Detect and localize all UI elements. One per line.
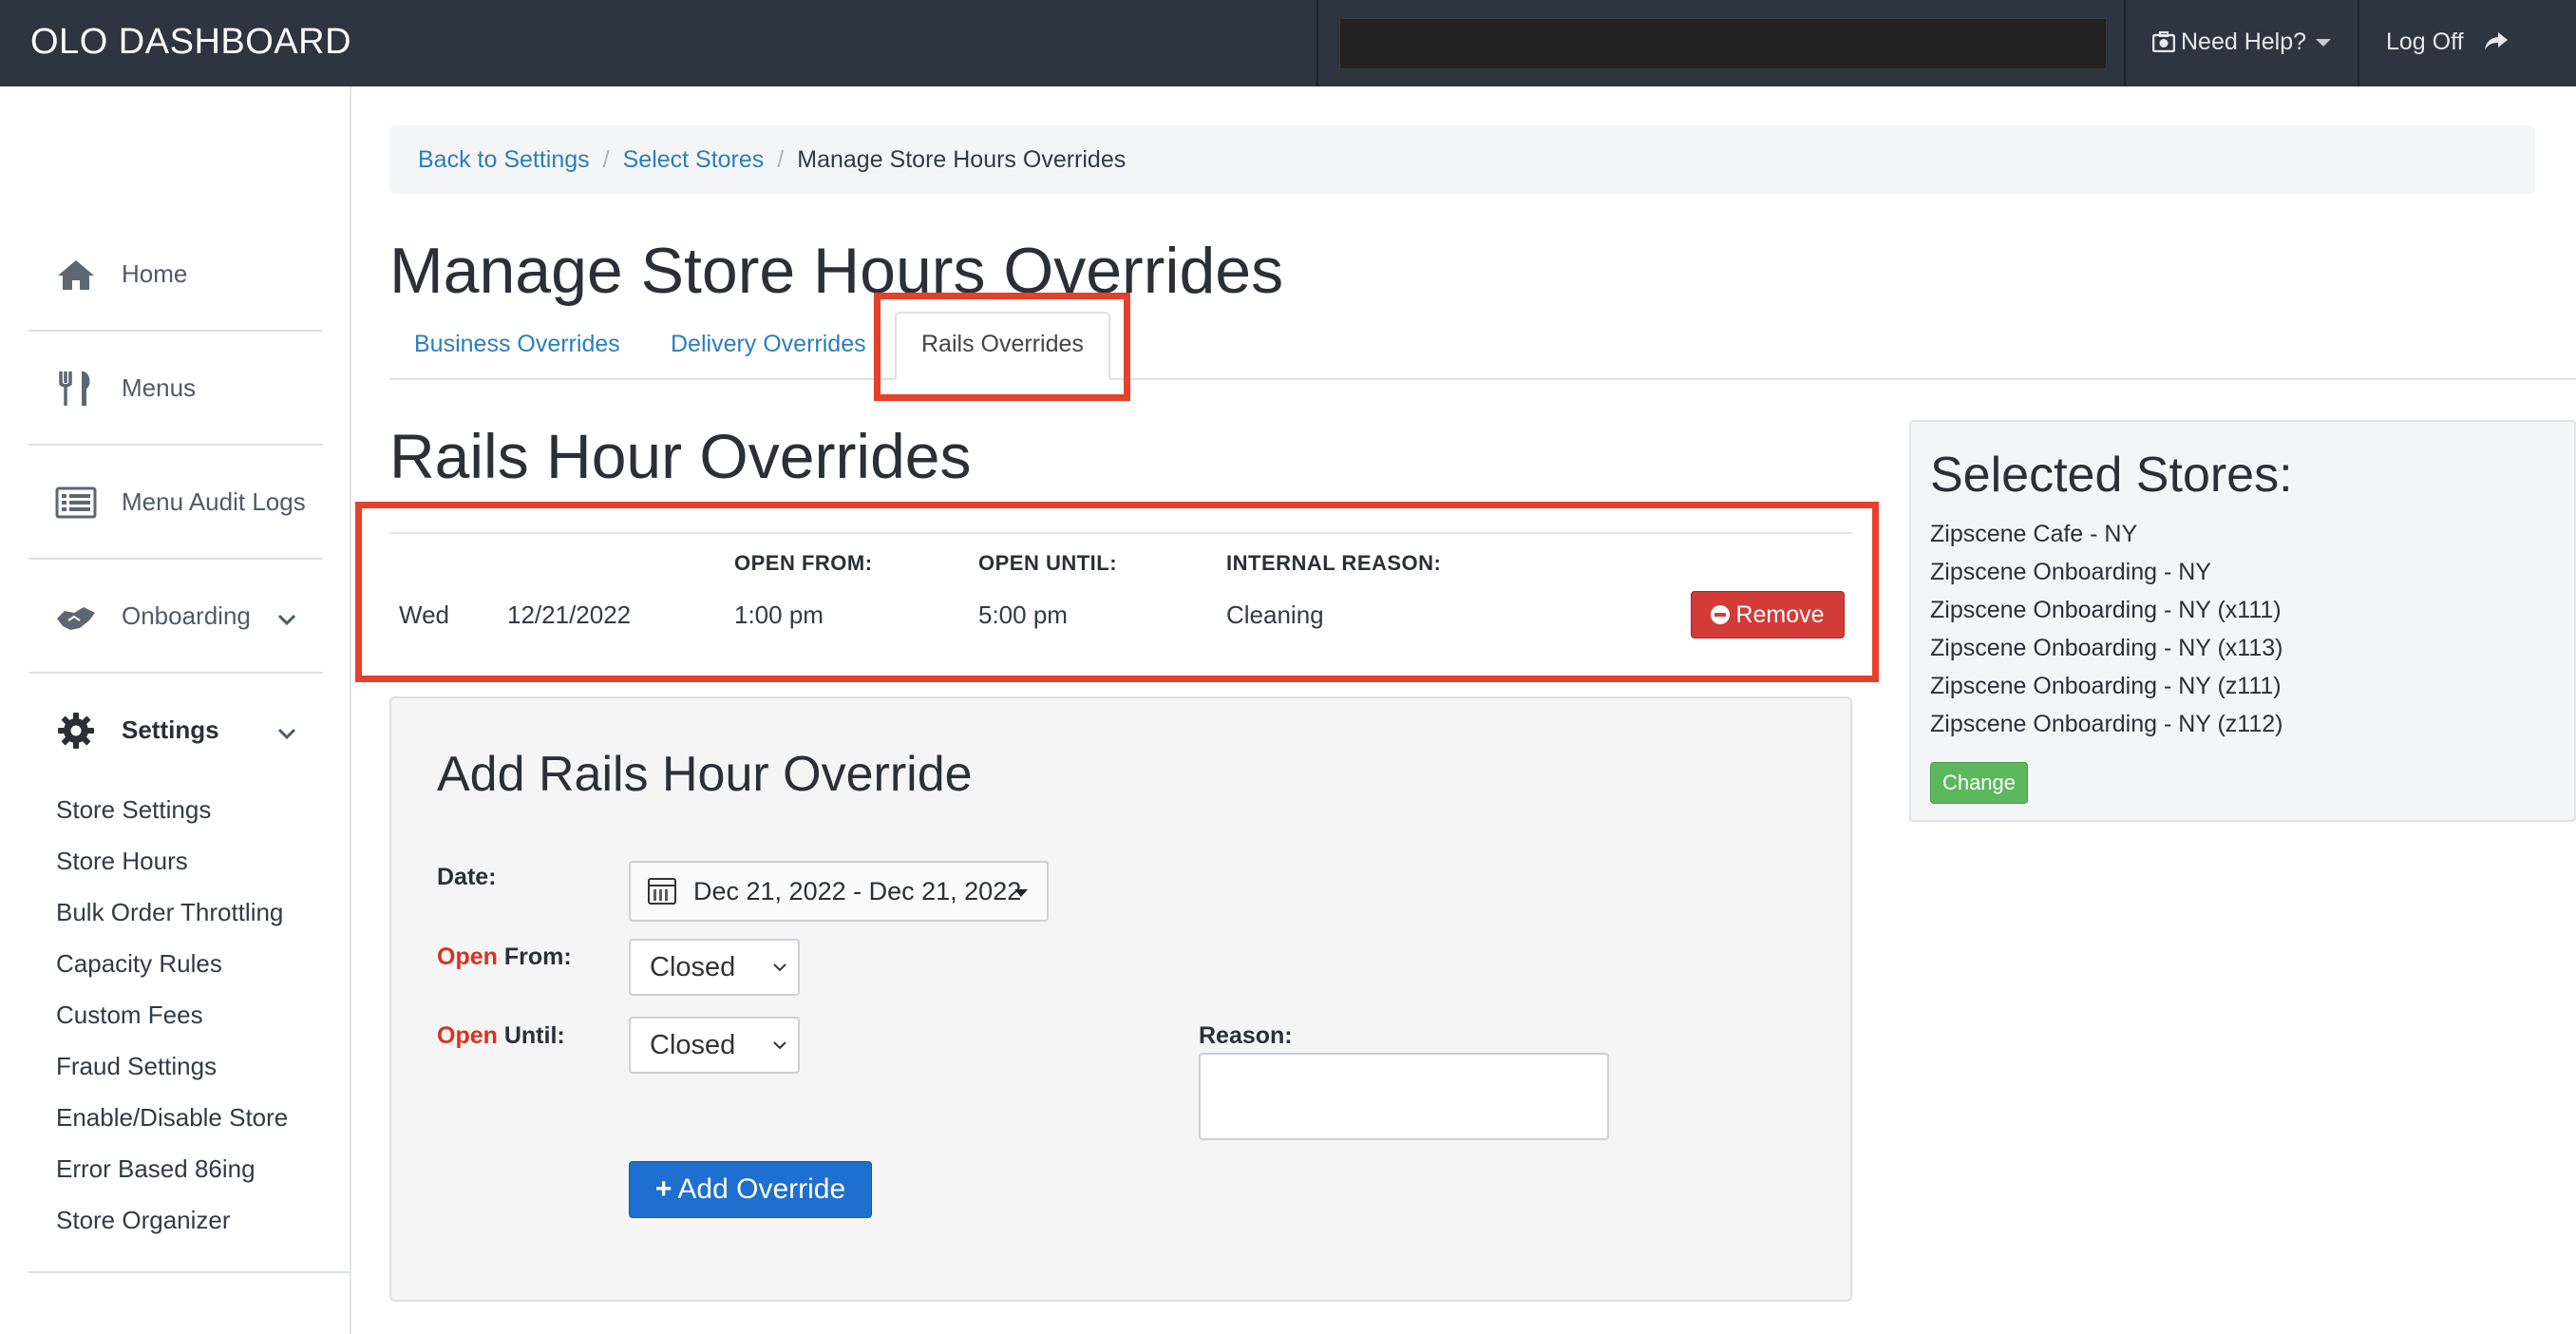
sidebar-link-custom-fees[interactable]: Custom Fees (56, 1000, 203, 1030)
override-date: 12/21/2022 (507, 600, 632, 629)
selected-stores-title: Selected Stores: (1930, 448, 2293, 503)
open-from-value: Closed (650, 952, 736, 982)
handshake-icon (57, 607, 95, 630)
sidebar-link-capacity-rules[interactable]: Capacity Rules (56, 949, 222, 979)
sidebar-item-label: Settings (122, 715, 219, 744)
top-navbar: OLO DASHBOARD Need Help? Log Off (0, 0, 2576, 86)
tab-rails-overrides[interactable]: Rails Overrides (895, 312, 1110, 380)
share-arrow-icon (2484, 32, 2508, 50)
sidebar-item-onboarding[interactable]: Onboarding (28, 560, 323, 674)
sidebar-link-store-organizer[interactable]: Store Organizer (56, 1206, 231, 1235)
help-icon (2151, 31, 2176, 53)
fork-knife-icon (58, 372, 90, 406)
open-until-label: Open Until: (437, 1022, 565, 1050)
navbar-divider (1316, 0, 1318, 86)
breadcrumb-select-stores[interactable]: Select Stores (623, 146, 765, 173)
chevron-down-icon (773, 963, 786, 972)
from-word: From: (503, 943, 572, 970)
list-item: Zipscene Onboarding - NY (x111) (1930, 597, 2282, 623)
add-override-panel: Add Rails Hour Override Date: Dec 21, 20… (389, 696, 1852, 1302)
date-range-value: Dec 21, 2022 - Dec 21, 2022 (693, 877, 1022, 905)
page-title: Manage Store Hours Overrides (389, 235, 1284, 307)
header-internal-reason: INTERNAL REASON: (1226, 551, 1442, 575)
list-item: Zipscene Onboarding - NY (x113) (1930, 635, 2283, 661)
sidebar-item-label: Menu Audit Logs (122, 487, 306, 516)
log-off-label: Log Off (2386, 29, 2464, 55)
tab-business-overrides[interactable]: Business Overrides (389, 314, 645, 380)
chevron-down-icon (773, 1041, 786, 1050)
date-label: Date: (437, 864, 497, 890)
overrides-table: OPEN FROM: OPEN UNTIL: INTERNAL REASON: … (389, 532, 1852, 646)
sidebar: Home Menus Menu Audit Logs Onboarding Se… (0, 86, 351, 1334)
sidebar-item-settings[interactable]: Settings (28, 674, 323, 788)
sidebar-link-error-based-86ing[interactable]: Error Based 86ing (56, 1154, 256, 1184)
need-help-label: Need Help? (2181, 29, 2307, 55)
breadcrumb-current: Manage Store Hours Overrides (797, 146, 1127, 173)
open-word: Open (437, 1022, 498, 1049)
sidebar-link-store-hours[interactable]: Store Hours (56, 847, 188, 876)
sidebar-divider (28, 1271, 351, 1273)
tab-delivery-overrides[interactable]: Delivery Overrides (646, 314, 891, 380)
sidebar-item-menus[interactable]: Menus (28, 332, 323, 446)
selected-stores-panel: Selected Stores: Zipscene Cafe - NY Zips… (1909, 420, 2576, 822)
section-title: Rails Hour Overrides (389, 421, 972, 491)
list-icon (55, 486, 97, 519)
store-search-input[interactable] (1339, 18, 2107, 69)
override-reason: Cleaning (1226, 600, 1324, 629)
header-open-from: OPEN FROM: (734, 551, 873, 575)
reason-label: Reason: (1199, 1022, 1293, 1049)
list-item: Zipscene Onboarding - NY (1930, 559, 2211, 585)
header-open-until: OPEN UNTIL: (978, 551, 1118, 575)
reason-textarea[interactable] (1199, 1053, 1609, 1140)
navbar-divider (2124, 0, 2126, 86)
sidebar-link-bulk-order-throttling[interactable]: Bulk Order Throttling (56, 898, 283, 927)
change-stores-button[interactable]: Change (1930, 762, 2028, 804)
breadcrumb: Back to Settings / Select Stores / Manage St… (389, 125, 2535, 194)
list-item: Zipscene Onboarding - NY (z111) (1930, 673, 2282, 699)
sidebar-item-menu-audit-logs[interactable]: Menu Audit Logs (28, 446, 323, 560)
list-item: Zipscene Onboarding - NY (z112) (1930, 711, 2283, 737)
add-override-button[interactable]: + Add Override (629, 1161, 872, 1218)
open-until-value: Closed (650, 1030, 736, 1060)
caret-down-icon (2316, 39, 2332, 48)
date-range-picker[interactable]: Dec 21, 2022 - Dec 21, 2022 (629, 861, 1049, 922)
override-open-until: 5:00 pm (978, 600, 1068, 629)
log-off-button[interactable]: Log Off (2386, 0, 2509, 84)
sidebar-item-label: Onboarding (122, 601, 251, 630)
sidebar-item-label: Home (122, 259, 188, 288)
open-word: Open (437, 943, 498, 970)
home-icon (58, 260, 94, 290)
minus-circle-icon (1711, 605, 1731, 624)
open-until-select[interactable]: Closed (629, 1017, 800, 1074)
list-item: Zipscene Cafe - NY (1930, 521, 2138, 547)
navbar-divider (2358, 0, 2359, 86)
breadcrumb-divider: / (602, 146, 610, 173)
remove-override-button[interactable]: Remove (1691, 591, 1845, 638)
override-open-from: 1:00 pm (734, 600, 824, 629)
calendar-icon (648, 878, 676, 905)
chevron-down-icon[interactable] (277, 727, 296, 740)
breadcrumb-back-to-settings[interactable]: Back to Settings (418, 146, 590, 173)
override-day: Wed (399, 600, 449, 629)
sidebar-link-store-settings[interactable]: Store Settings (56, 795, 211, 825)
breadcrumb-divider: / (777, 146, 785, 173)
open-from-label: Open From: (437, 943, 572, 971)
need-help-dropdown[interactable]: Need Help? (2151, 0, 2332, 84)
chevron-down-icon[interactable] (277, 613, 296, 626)
add-override-label: Add Override (677, 1173, 846, 1205)
plus-icon: + (654, 1173, 672, 1205)
remove-button-label: Remove (1735, 601, 1825, 628)
gear-icon (58, 713, 94, 749)
until-word: Until: (503, 1022, 565, 1049)
sidebar-link-fraud-settings[interactable]: Fraud Settings (56, 1052, 217, 1081)
sidebar-item-home[interactable]: Home (28, 218, 323, 332)
add-override-title: Add Rails Hour Override (437, 747, 973, 802)
open-from-select[interactable]: Closed (629, 939, 800, 996)
sidebar-item-label: Menus (122, 373, 197, 402)
caret-down-icon (1014, 889, 1028, 897)
brand-title[interactable]: OLO DASHBOARD (30, 0, 351, 84)
sidebar-link-enable-disable-store[interactable]: Enable/Disable Store (56, 1103, 288, 1133)
